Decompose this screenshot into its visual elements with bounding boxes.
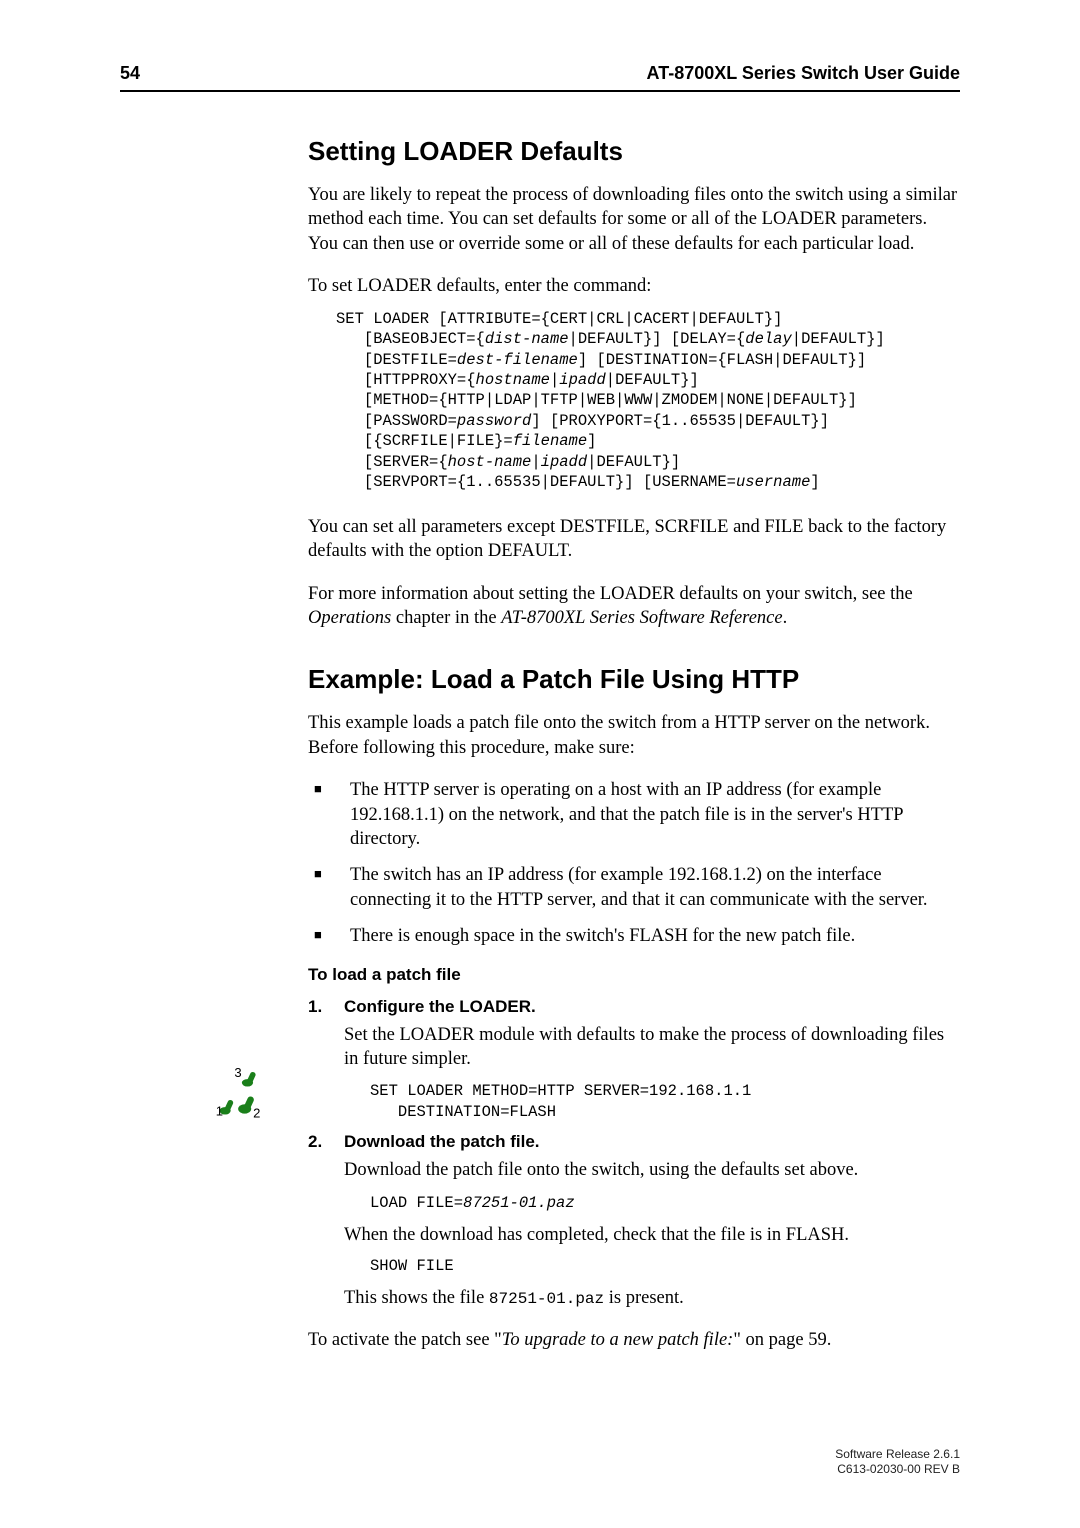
paragraph: To activate the patch see "To upgrade to… (308, 1328, 960, 1352)
step: 2. Download the patch file. (308, 1132, 960, 1152)
code-block-set-loader: SET LOADER [ATTRIBUTE={CERT|CRL|CACERT|D… (336, 309, 960, 493)
page: 54 AT-8700XL Series Switch User Guide Se… (0, 0, 1080, 1528)
step-number: 1. (308, 997, 326, 1017)
step-body: This shows the file 87251-01.paz is pres… (344, 1286, 960, 1310)
footer-docnum: C613-02030-00 REV B (835, 1462, 960, 1478)
paragraph: You are likely to repeat the process of … (308, 183, 960, 256)
step-number: 2. (308, 1132, 326, 1152)
paragraph: For more information about setting the L… (308, 582, 960, 631)
step-body: When the download has completed, check t… (344, 1223, 960, 1247)
bullet-list: The HTTP server is operating on a host w… (308, 778, 960, 948)
list-item: There is enough space in the switch's FL… (308, 924, 960, 948)
code-block: SET LOADER METHOD=HTTP SERVER=192.168.1.… (370, 1081, 960, 1122)
svg-text:3: 3 (234, 1066, 241, 1080)
svg-text:1: 1 (216, 1103, 223, 1118)
step-body: Set the LOADER module with defaults to m… (344, 1023, 960, 1072)
step-body: Download the patch file onto the switch,… (344, 1158, 960, 1182)
guide-title: AT-8700XL Series Switch User Guide (647, 63, 960, 84)
section-heading-example-http: Example: Load a Patch File Using HTTP (308, 664, 960, 695)
step: 1. Configure the LOADER. (308, 997, 960, 1017)
procedure-heading: To load a patch file (308, 965, 960, 985)
paragraph: You can set all parameters except DESTFI… (308, 515, 960, 564)
page-footer: Software Release 2.6.1 C613-02030-00 REV… (835, 1447, 960, 1478)
list-item: The switch has an IP address (for exampl… (308, 863, 960, 912)
code-block: SHOW FILE (370, 1256, 960, 1276)
page-header: 54 AT-8700XL Series Switch User Guide (120, 62, 960, 92)
step-title: Download the patch file. (344, 1132, 540, 1152)
section-heading-loader-defaults: Setting LOADER Defaults (308, 136, 960, 167)
list-item: The HTTP server is operating on a host w… (308, 778, 960, 851)
procedure-steps-icon: 1 2 3 (212, 1066, 268, 1122)
page-content: Setting LOADER Defaults You are likely t… (308, 92, 960, 1353)
code-block: LOAD FILE=87251-01.paz (370, 1193, 960, 1213)
paragraph: This example loads a patch file onto the… (308, 711, 960, 760)
svg-text:2: 2 (253, 1105, 260, 1120)
step-title: Configure the LOADER. (344, 997, 536, 1017)
page-number: 54 (120, 63, 140, 84)
footer-release: Software Release 2.6.1 (835, 1447, 960, 1463)
paragraph: To set LOADER defaults, enter the comman… (308, 274, 960, 298)
